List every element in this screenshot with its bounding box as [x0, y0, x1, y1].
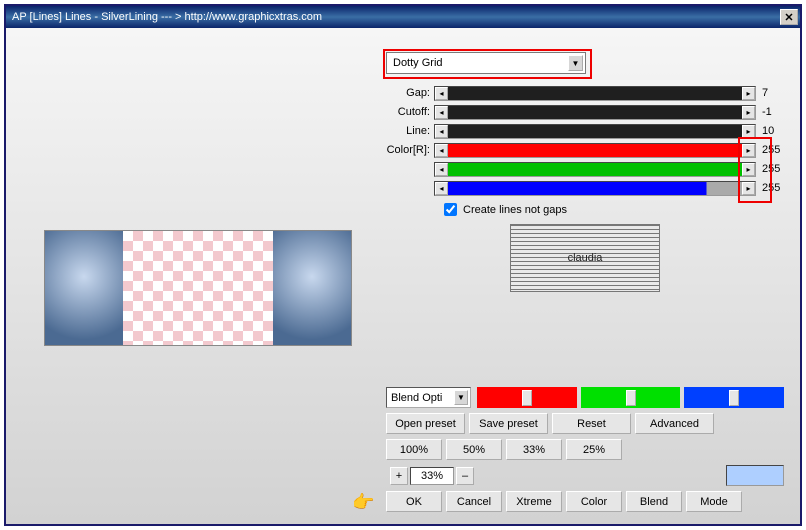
blend-slider-blue[interactable]: [684, 387, 784, 408]
preset-buttons-row: Open preset Save preset Reset Advanced: [386, 413, 784, 434]
zoom-value[interactable]: 33%: [410, 467, 454, 485]
slider-cutoff-label: Cutoff:: [386, 106, 434, 118]
zoom-100-button[interactable]: 100%: [386, 439, 442, 460]
open-preset-button[interactable]: Open preset: [386, 413, 465, 434]
close-button[interactable]: ✕: [780, 9, 798, 25]
create-lines-label: Create lines not gaps: [463, 204, 567, 216]
slider-color-g[interactable]: ◂▸: [434, 162, 756, 177]
create-lines-checkbox-row: Create lines not gaps: [444, 203, 784, 216]
slider-color-r[interactable]: ◂▸: [434, 143, 756, 158]
slider-color-r-row: Color[R]: ◂▸ 255: [386, 141, 784, 159]
slider-color-g-row: ◂▸ 255: [386, 160, 784, 178]
slider-gap-label: Gap:: [386, 87, 434, 99]
slider-cutoff[interactable]: ◂▸: [434, 105, 756, 120]
color-button[interactable]: Color: [566, 491, 622, 512]
zoom-33-button[interactable]: 33%: [506, 439, 562, 460]
reset-button[interactable]: Reset: [552, 413, 631, 434]
zoom-spinner-row: + 33% –: [386, 465, 784, 486]
slider-line-value[interactable]: 10: [758, 124, 784, 138]
cancel-button[interactable]: Cancel: [446, 491, 502, 512]
window-title: AP [Lines] Lines - SilverLining --- > ht…: [8, 11, 322, 23]
slider-gap[interactable]: ◂▸: [434, 86, 756, 101]
bottom-panel: Blend Opti ▼ Open preset Save preset Res…: [386, 387, 784, 512]
slider-line-label: Line:: [386, 125, 434, 137]
zoom-plus-button[interactable]: +: [390, 467, 408, 485]
ok-button[interactable]: OK: [386, 491, 442, 512]
slider-color-b-row: ◂▸ 255: [386, 179, 784, 197]
highlight-preset: [383, 49, 592, 79]
create-lines-checkbox[interactable]: [444, 203, 457, 216]
preview-panel: [44, 230, 352, 346]
slider-color-r-label: Color[R]:: [386, 144, 434, 156]
zoom-presets-row: 100% 50% 33% 25%: [386, 439, 784, 460]
slider-cutoff-value[interactable]: -1: [758, 105, 784, 119]
chevron-down-icon: ▼: [454, 390, 468, 405]
blend-slider-green[interactable]: [581, 387, 681, 408]
blend-options-select[interactable]: Blend Opti ▼: [386, 387, 471, 408]
color-swatch[interactable]: [726, 465, 784, 486]
slider-line-row: Line: ◂▸ 10: [386, 122, 784, 140]
blend-slider-red[interactable]: [477, 387, 577, 408]
mode-button[interactable]: Mode: [686, 491, 742, 512]
save-preset-button[interactable]: Save preset: [469, 413, 548, 434]
slider-line[interactable]: ◂▸: [434, 124, 756, 139]
titlebar: AP [Lines] Lines - SilverLining --- > ht…: [6, 6, 800, 28]
zoom-50-button[interactable]: 50%: [446, 439, 502, 460]
client-area: Dotty Grid ▼ Gap: ◂▸ 7 Cutoff: ◂▸ -1 Lin…: [6, 28, 800, 524]
slider-cutoff-row: Cutoff: ◂▸ -1: [386, 103, 784, 121]
highlight-rgb-values: [738, 137, 772, 203]
blend-sliders-row: Blend Opti ▼: [386, 387, 784, 408]
slider-gap-row: Gap: ◂▸ 7: [386, 84, 784, 102]
preview-checker: [123, 231, 273, 345]
preview-shade-right: [273, 231, 351, 345]
slider-gap-value[interactable]: 7: [758, 86, 784, 100]
plugin-window: AP [Lines] Lines - SilverLining --- > ht…: [4, 4, 802, 526]
zoom-minus-button[interactable]: –: [456, 467, 474, 485]
preview-shade-left: [45, 231, 123, 345]
xtreme-button[interactable]: Xtreme: [506, 491, 562, 512]
slider-color-b[interactable]: ◂▸: [434, 181, 756, 196]
controls-panel: Dotty Grid ▼ Gap: ◂▸ 7 Cutoff: ◂▸ -1 Lin…: [386, 52, 784, 292]
advanced-button[interactable]: Advanced: [635, 413, 714, 434]
blend-button[interactable]: Blend: [626, 491, 682, 512]
zoom-25-button[interactable]: 25%: [566, 439, 622, 460]
pointing-hand-icon: 👉: [352, 492, 374, 513]
logo-claudia: claudia: [510, 224, 660, 292]
footer-buttons-row: 👉 OK Cancel Xtreme Color Blend Mode: [386, 491, 784, 512]
